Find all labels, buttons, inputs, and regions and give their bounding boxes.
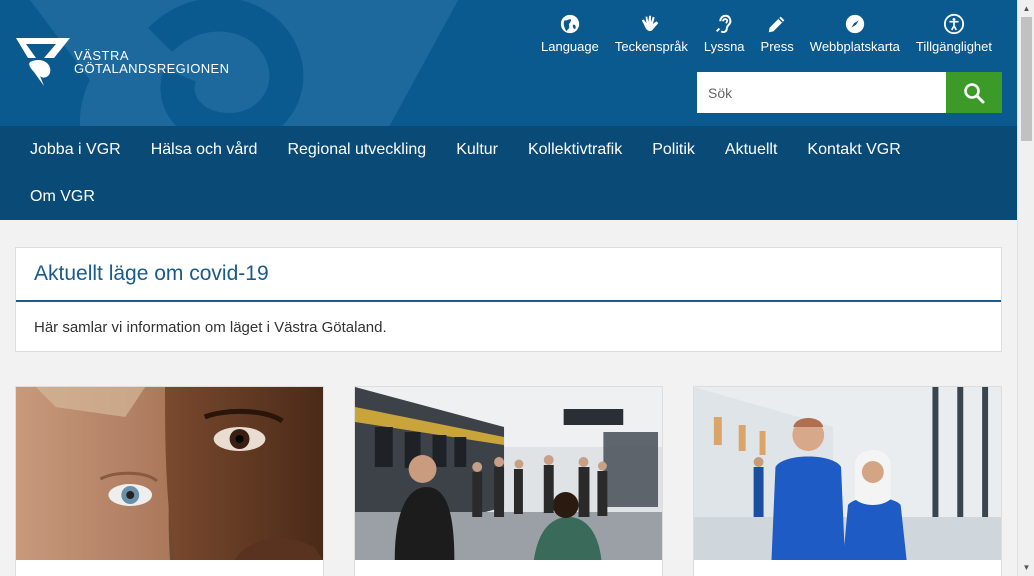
two-faces-photo (16, 387, 323, 560)
search-icon (964, 82, 985, 103)
search-bar (697, 72, 1002, 113)
ear-icon (716, 14, 732, 34)
search-button[interactable] (946, 72, 1002, 113)
vgr-logo-mark-icon (16, 38, 70, 86)
nav-item-kultur[interactable]: Kultur (441, 141, 513, 159)
tool-label: Press (760, 39, 794, 54)
nav-item-aktuellt[interactable]: Aktuellt (710, 141, 792, 159)
train-station-photo (355, 387, 662, 560)
scroll-down-arrow-icon[interactable]: ▼ (1018, 559, 1034, 576)
nav-item-jobba[interactable]: Jobba i VGR (15, 141, 136, 159)
nav-item-kontakt[interactable]: Kontakt VGR (792, 141, 915, 159)
covid-text: Här samlar vi information om läget i Väs… (34, 319, 387, 336)
vertical-scrollbar[interactable]: ▲ ▼ (1017, 0, 1034, 576)
sign-language-icon (642, 15, 659, 32)
tool-press[interactable]: Press (753, 13, 802, 54)
pencil-icon (768, 16, 785, 33)
news-card[interactable] (354, 386, 663, 576)
tool-language[interactable]: Language (533, 13, 607, 54)
covid-title[interactable]: Aktuellt läge om covid-19 (16, 248, 1001, 302)
accessibility-icon (943, 13, 965, 35)
nav-item-halsa[interactable]: Hälsa och vård (136, 141, 273, 159)
tool-sitemap[interactable]: Webbplatskarta (802, 13, 908, 54)
header-tools: Language Teckenspråk Lyssna Press Webbpl… (533, 13, 1000, 54)
nav-item-regional[interactable]: Regional utveckling (272, 141, 441, 159)
vgr-logo[interactable]: VÄSTRA GÖTALANDSREGIONEN (14, 36, 229, 88)
nav-item-kollektivtrafik[interactable]: Kollektivtrafik (513, 141, 637, 159)
nav-item-politik[interactable]: Politik (637, 141, 710, 159)
site-header: VÄSTRA GÖTALANDSREGIONEN Language Tecken… (0, 0, 1017, 126)
tool-label: Webbplatskarta (809, 39, 900, 54)
logo-text-line2: GÖTALANDSREGIONEN (74, 61, 230, 76)
tool-label: Tillgänglighet (915, 39, 992, 54)
scroll-up-arrow-icon[interactable]: ▲ (1018, 0, 1034, 17)
globe-icon (560, 14, 580, 34)
tool-label: Teckenspråk (614, 39, 688, 54)
search-input[interactable] (697, 72, 946, 113)
covid-info-box[interactable]: Aktuellt läge om covid-19 Här samlar vi … (15, 247, 1002, 352)
news-card[interactable] (15, 386, 324, 576)
tool-label: Language (541, 39, 599, 54)
tool-listen[interactable]: Lyssna (696, 13, 753, 54)
scroll-thumb[interactable] (1021, 17, 1032, 141)
tool-accessibility[interactable]: Tillgänglighet (908, 13, 1000, 54)
news-card[interactable] (693, 386, 1002, 576)
healthcare-staff-photo (694, 387, 1001, 560)
nav-item-om-vgr[interactable]: Om VGR (15, 188, 110, 206)
tool-sign-language[interactable]: Teckenspråk (607, 13, 696, 54)
main-navigation: Jobba i VGR Hälsa och vård Regional utve… (0, 126, 1017, 220)
compass-icon (845, 14, 864, 34)
tool-label: Lyssna (703, 39, 745, 54)
